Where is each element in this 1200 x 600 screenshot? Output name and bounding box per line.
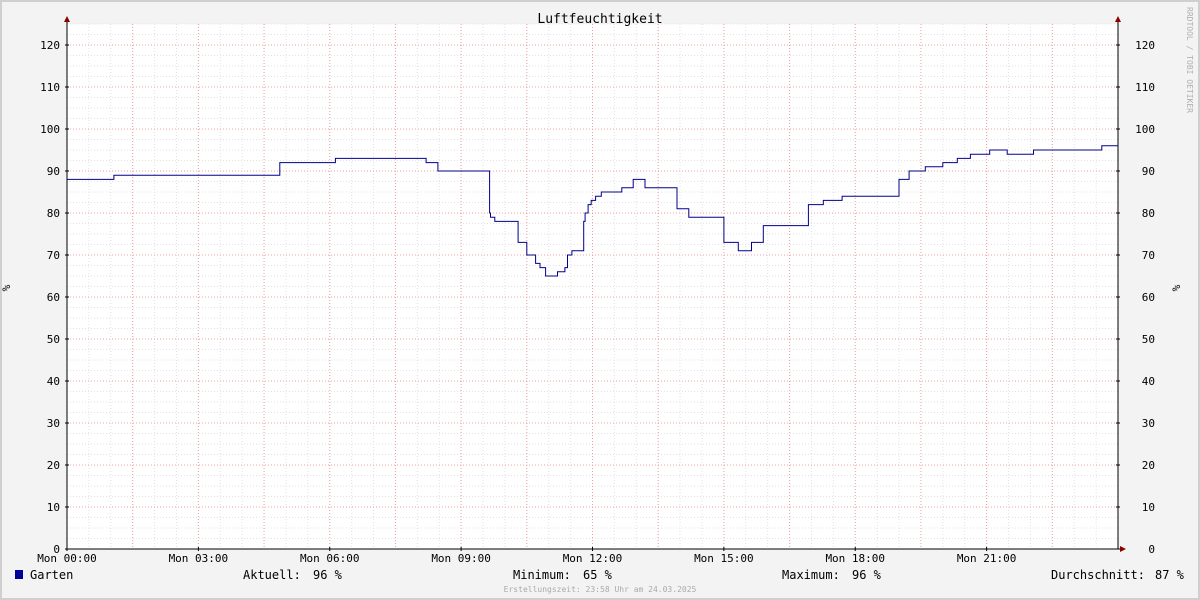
stat-min-value: 65 % <box>583 568 613 582</box>
humidity-chart: 0102030405060708090100110120 01020304050… <box>0 0 1200 600</box>
y-tick-label-left: 20 <box>47 459 60 472</box>
y-tick-label-right: 10 <box>1142 501 1155 514</box>
y-tick-label-left: 100 <box>40 123 60 136</box>
stat-max-value: 96 % <box>852 568 882 582</box>
x-tick-label: Mon 06:00 <box>300 552 360 565</box>
y-tick-label-left: 60 <box>47 291 60 304</box>
x-tick-label: Mon 12:00 <box>563 552 623 565</box>
y-tick-label-right: 120 <box>1135 39 1155 52</box>
y-tick-label-left: 110 <box>40 81 60 94</box>
legend-label-garten: Garten <box>30 568 73 582</box>
y-tick-label-left: 50 <box>47 333 60 346</box>
x-tick-label: Mon 03:00 <box>169 552 229 565</box>
y-tick-label-right: 40 <box>1142 375 1155 388</box>
footer-timestamp: Erstellungszeit: 23:58 Uhr am 24.03.2025 <box>504 585 697 594</box>
legend-swatch-garten <box>15 570 23 579</box>
x-tick-label: Mon 15:00 <box>694 552 754 565</box>
y-tick-label-left: 70 <box>47 249 60 262</box>
stat-avg-label: Durchschnitt: <box>1051 568 1145 582</box>
y-tick-label-right: 30 <box>1142 417 1155 430</box>
y-tick-label-left: 120 <box>40 39 60 52</box>
stat-current-label: Aktuell: <box>243 568 301 582</box>
y-axis-label-right: % <box>1170 284 1183 291</box>
y-tick-label-right: 90 <box>1142 165 1155 178</box>
y-tick-label-right: 60 <box>1142 291 1155 304</box>
y-tick-label-right: 100 <box>1135 123 1155 136</box>
y-tick-label-left: 10 <box>47 501 60 514</box>
stat-current-value: 96 % <box>313 568 343 582</box>
y-tick-label-left: 90 <box>47 165 60 178</box>
x-tick-label: Mon 00:00 <box>37 552 97 565</box>
y-tick-label-right: 70 <box>1142 249 1155 262</box>
x-tick-label: Mon 21:00 <box>957 552 1017 565</box>
y-tick-label-right: 50 <box>1142 333 1155 346</box>
y-tick-label-right: 110 <box>1135 81 1155 94</box>
y-tick-label-left: 40 <box>47 375 60 388</box>
y-tick-label-left: 80 <box>47 207 60 220</box>
stat-min-label: Minimum: <box>513 568 571 582</box>
watermark: RRDTOOL / TOBI OETIKER <box>1185 7 1194 113</box>
chart-title: Luftfeuchtigkeit <box>537 12 662 27</box>
y-tick-label-right: 80 <box>1142 207 1155 220</box>
y-tick-label-right: 20 <box>1142 459 1155 472</box>
y-tick-label-left: 30 <box>47 417 60 430</box>
stat-avg-value: 87 % <box>1155 568 1185 582</box>
y-tick-label-right: 0 <box>1148 543 1155 556</box>
stat-max-label: Maximum: <box>782 568 840 582</box>
x-tick-label: Mon 09:00 <box>431 552 491 565</box>
y-axis-label-left: % <box>0 284 13 291</box>
x-tick-label: Mon 18:00 <box>825 552 885 565</box>
